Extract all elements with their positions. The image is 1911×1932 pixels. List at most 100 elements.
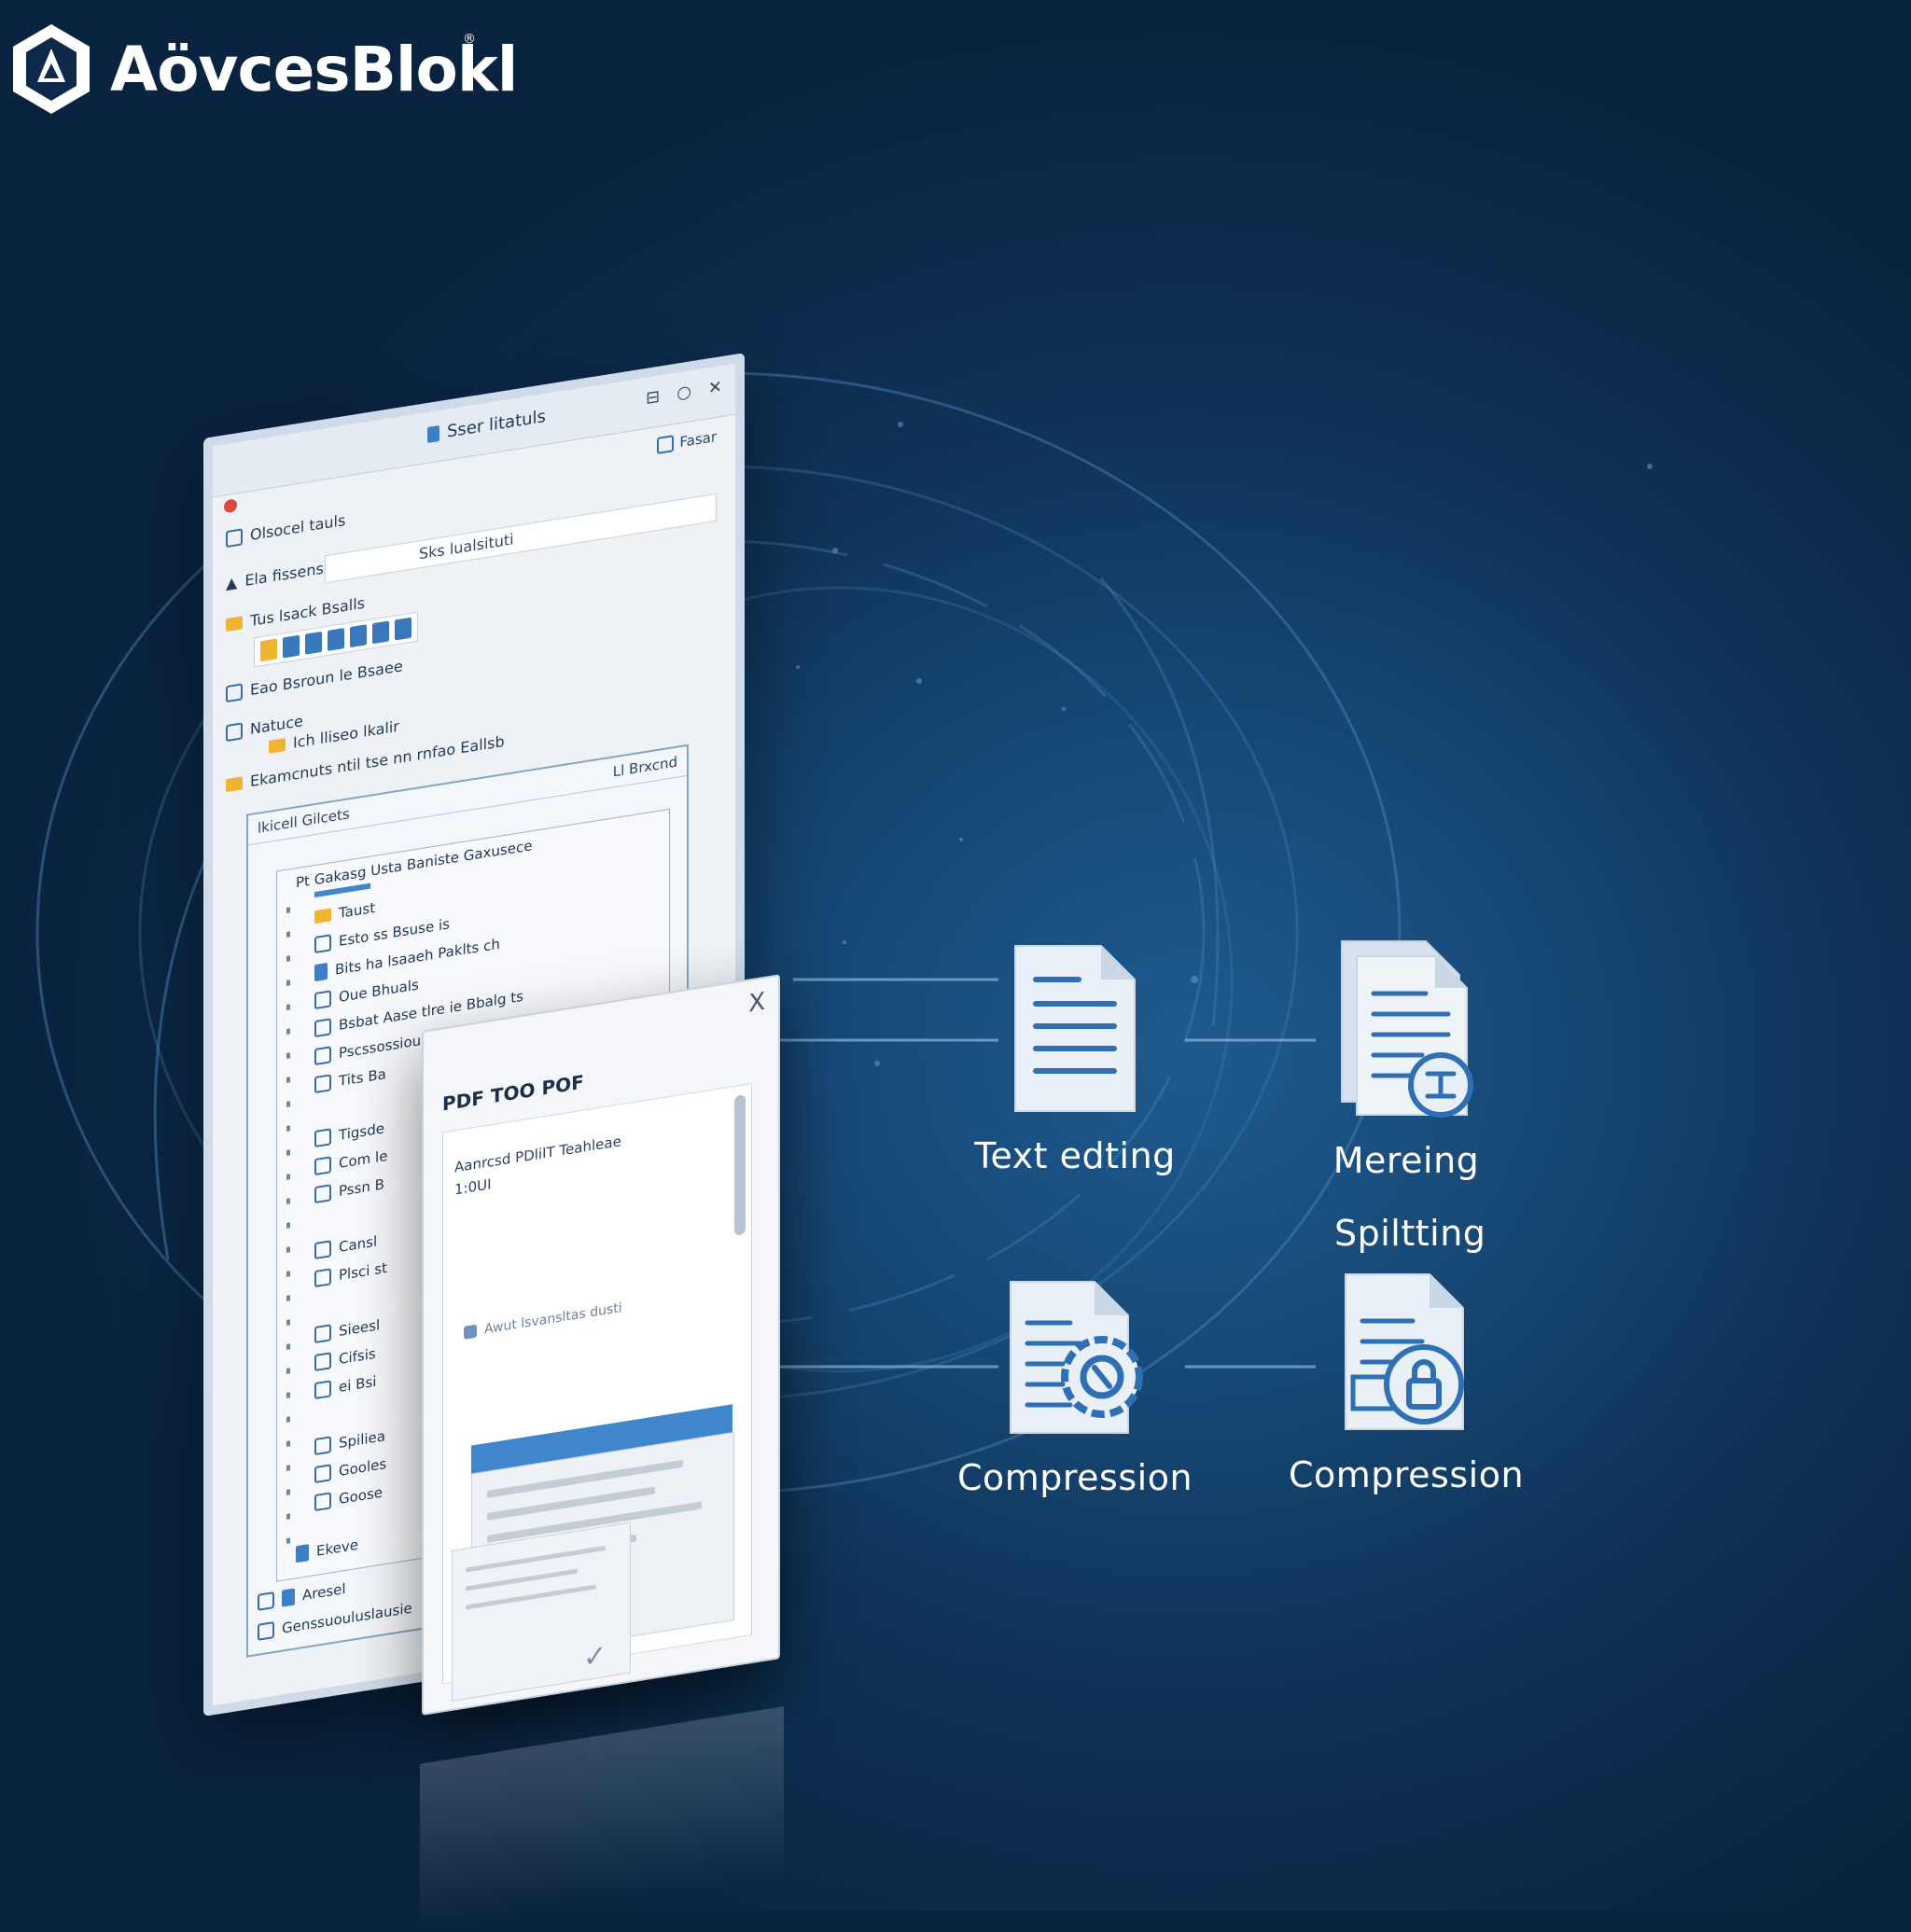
views-icon [296, 1544, 309, 1564]
file-icon [314, 1046, 331, 1066]
tree-row[interactable]: Goose [314, 1484, 383, 1512]
panel-head-right[interactable]: Ll Brxcnd [613, 754, 677, 781]
edit-tool-icon[interactable] [305, 631, 322, 655]
dialog-title: PDF TOO POF [442, 1070, 584, 1116]
feature-label: Compression [1288, 1454, 1525, 1495]
nav-row-tools[interactable]: Olsocel tauls [226, 511, 345, 548]
dialog-option[interactable]: Awut lsvansltas dusti [464, 1300, 622, 1341]
search-input[interactable]: Sks lualsituti [325, 493, 717, 584]
file-icon [314, 1436, 331, 1456]
radio-icon [314, 1268, 331, 1288]
window-titlebar[interactable]: Sser litatuls ⊟ ○ ✕ [213, 363, 735, 498]
tree-row-label: Taust [339, 898, 376, 923]
tree-row[interactable]: Sieesl [314, 1316, 380, 1344]
panel-head-label: lkicell Gilcets [258, 805, 350, 837]
expand-arrow-icon: ▲ [226, 573, 238, 593]
tree-row[interactable]: Com le [314, 1147, 387, 1176]
feature-merging[interactable]: Mereing [1252, 938, 1560, 1181]
dialog-subheading: 1:0UI [454, 1175, 492, 1199]
radio-icon [314, 1184, 331, 1204]
radio-icon [314, 1380, 331, 1400]
document-lines-icon [1014, 945, 1136, 1112]
tree-row[interactable]: Pt Gakasg Usta Baniste Gaxusece [296, 837, 532, 891]
file-icon [314, 1018, 331, 1038]
tools-icon [226, 527, 243, 548]
window-title: Sser litatuls [427, 407, 546, 445]
tree-row[interactable]: ei Bsi [314, 1373, 376, 1400]
radio-icon [258, 1591, 274, 1611]
file-icon [314, 934, 331, 954]
brand-logo: AövcesBlokl [9, 21, 518, 118]
status-dot-icon [224, 498, 237, 514]
tree-row[interactable]: Cifsis [314, 1344, 376, 1372]
text-tool-icon[interactable] [372, 620, 389, 645]
yellow-badge-icon [269, 737, 286, 754]
sheet-line [466, 1584, 596, 1610]
document-lock-icon [1345, 1273, 1464, 1430]
tree-row-label: Cifsis [339, 1344, 376, 1369]
sheet-line [466, 1568, 578, 1591]
tree-row-label: Pt Gakasg Usta Baniste Gaxusece [296, 837, 533, 892]
document-sheet: ✓ [452, 1522, 631, 1702]
tree-row[interactable]: Taust [314, 899, 375, 925]
app-document-icon [427, 424, 439, 443]
toolbar-action[interactable]: Fasar [657, 428, 717, 454]
tree-row[interactable]: Spiliea [314, 1427, 385, 1456]
tree-row[interactable]: Plsci st [314, 1258, 387, 1288]
window-title-text: Sser litatuls [447, 406, 546, 442]
feature-text-editing[interactable]: Text edting [921, 942, 1229, 1176]
maximize-button[interactable]: ○ [677, 382, 691, 403]
nav-row-label: Olsocel tauls [250, 510, 346, 545]
brand-name: AövcesBlokl [110, 33, 518, 105]
tree-row-label: Goose [339, 1483, 384, 1508]
document-gear-icon [1010, 1281, 1143, 1434]
feature-splitting-label[interactable]: Spiltting [1334, 1213, 1486, 1254]
export-tool-icon[interactable] [395, 617, 411, 641]
radio-icon [314, 1156, 331, 1176]
tree-row-label: Plsci st [339, 1258, 387, 1285]
dialog-option-label: Awut lsvansltas dusti [484, 1300, 622, 1338]
tree-row[interactable]: Oue Bhuals [314, 976, 419, 1010]
tree-row-label: Tits Ba [339, 1064, 386, 1091]
window-reflection [420, 1706, 784, 1932]
document-merge-icon [1341, 940, 1473, 1118]
checkbox-icon [226, 721, 243, 742]
tree-row[interactable]: Gooles [314, 1455, 386, 1484]
feature-compression-secure[interactable]: Compression [1252, 1271, 1560, 1495]
tree-row[interactable]: Pssn B [314, 1175, 384, 1204]
tree-guide-lines [286, 907, 290, 1561]
panel-row[interactable]: Aresel [258, 1580, 346, 1611]
checkmark-icon: ✓ [583, 1638, 607, 1675]
tree-row-label: Spiliea [339, 1427, 385, 1452]
nav-row-browse[interactable]: Eao Bsroun le Bsaee [226, 657, 403, 702]
sheet-line [466, 1545, 606, 1573]
folder-icon [314, 908, 331, 924]
search-input-text: Sks lualsituti [419, 530, 514, 563]
file-icon [314, 990, 331, 1010]
minimize-button[interactable]: ⊟ [646, 387, 660, 409]
page-tool-icon[interactable] [328, 628, 344, 651]
tree-row-label: Tigsde [339, 1119, 384, 1145]
close-button[interactable]: ✕ [708, 377, 722, 398]
feature-compression[interactable]: Compression [921, 1278, 1229, 1498]
dialog-close-button[interactable]: X [748, 988, 765, 1019]
file-icon [314, 1324, 331, 1344]
radio-icon [314, 1352, 331, 1372]
tree-row-label: Oue Bhuals [339, 976, 419, 1007]
image-tool-icon[interactable] [283, 634, 300, 659]
tree-row-label: Ekeve [316, 1536, 358, 1560]
tree-row[interactable]: Tits Ba [314, 1064, 386, 1094]
tree-row[interactable]: Ekeve [296, 1536, 358, 1564]
dialog-scrollbar[interactable] [734, 1094, 746, 1236]
dialog-heading: Aanrcsd PDliIT Teahleae [454, 1133, 621, 1176]
folder-icon [226, 615, 243, 632]
tree-row[interactable]: Cansl [314, 1233, 377, 1260]
feature-label: Text edting [974, 1135, 1176, 1176]
folder-tool-icon[interactable] [260, 638, 277, 662]
tree-row[interactable]: Tigsde [314, 1119, 384, 1148]
feature-label: Mereing [1332, 1140, 1480, 1181]
panel-row-label: Aresel [302, 1579, 346, 1605]
toolbar-action-label: Fasar [679, 427, 717, 452]
link-tool-icon[interactable] [350, 624, 367, 648]
pdf-dialog: X PDF TOO POF Aanrcsd PDliIT Teahleae 1:… [422, 974, 780, 1716]
